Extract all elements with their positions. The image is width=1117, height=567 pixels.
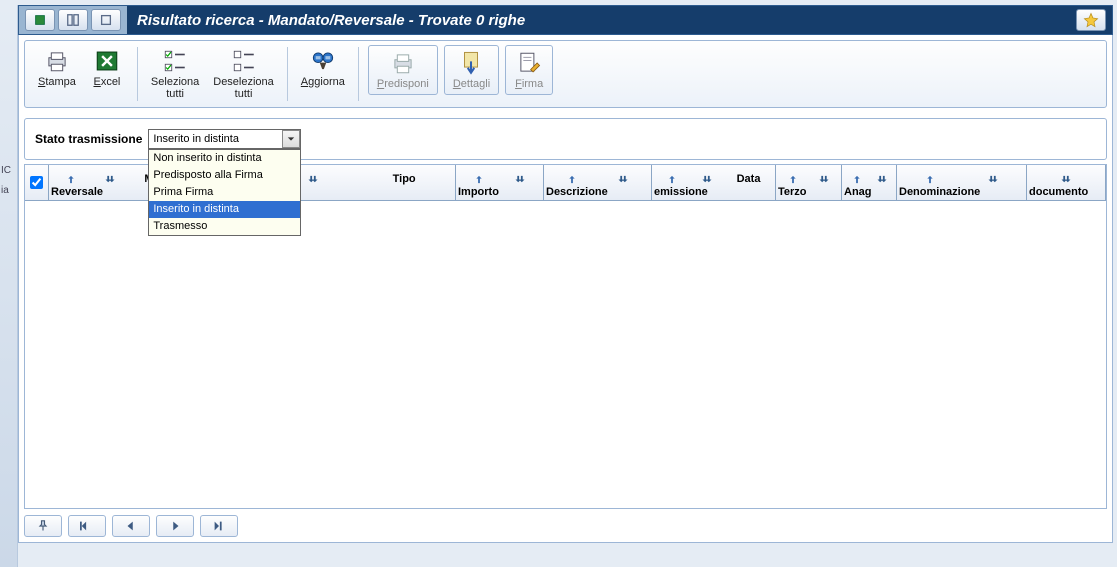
- excel-button[interactable]: Excel: [83, 45, 131, 91]
- favorite-button[interactable]: [1076, 9, 1106, 31]
- column-terzo[interactable]: Terzo: [776, 165, 842, 201]
- column-anag[interactable]: Anag: [842, 165, 897, 201]
- filter-bar: Stato trasmissione Inserito in distinta …: [24, 118, 1107, 160]
- col-label: Importo: [458, 186, 541, 198]
- predisponi-button[interactable]: Predisponi: [368, 45, 438, 95]
- col-label: Anag: [844, 186, 894, 198]
- column-documento[interactable]: documento: [1027, 165, 1106, 201]
- col-label: Denominazione: [899, 186, 1024, 198]
- stato-trasmissione-label: Stato trasmissione: [35, 132, 142, 146]
- side-label-2: ia: [1, 185, 9, 196]
- dropdown-selected[interactable]: Inserito in distinta: [148, 129, 301, 149]
- col-label: emissione: [654, 186, 773, 198]
- dropdown-option[interactable]: Prima Firma: [149, 184, 300, 201]
- column-denominazione[interactable]: Denominazione: [897, 165, 1027, 201]
- dettagli-button[interactable]: Dettagli: [444, 45, 499, 95]
- table-body-empty: [25, 201, 1106, 508]
- column-check[interactable]: [25, 165, 49, 201]
- col-label: Descrizione: [546, 186, 649, 198]
- win-restore-button[interactable]: [91, 9, 121, 31]
- pin-button[interactable]: [24, 515, 62, 537]
- dropdown-option[interactable]: Trasmesso: [149, 218, 300, 235]
- select-all-checkbox[interactable]: [30, 176, 43, 189]
- column-descrizione[interactable]: Descrizione: [544, 165, 652, 201]
- dropdown-option[interactable]: Inserito in distinta: [149, 201, 300, 218]
- win-split-button[interactable]: [58, 9, 88, 31]
- column-data-emissione[interactable]: Data emissione: [652, 165, 776, 201]
- win-minimize-button[interactable]: [25, 9, 55, 31]
- page-last-button[interactable]: [200, 515, 238, 537]
- seleziona-tutti-button[interactable]: Selezionatutti: [144, 45, 206, 103]
- chevron-down-icon[interactable]: [282, 130, 300, 148]
- titlebar: Risultato ricerca - Mandato/Reversale - …: [18, 5, 1113, 35]
- page-next-button[interactable]: [156, 515, 194, 537]
- aggiorna-button[interactable]: Aggiorna: [294, 45, 352, 91]
- page-prev-button[interactable]: [112, 515, 150, 537]
- firma-button[interactable]: Firma: [505, 45, 553, 95]
- dropdown-option[interactable]: Predisposto alla Firma: [149, 167, 300, 184]
- dropdown-option[interactable]: Non inserito in distinta: [149, 150, 300, 167]
- stato-trasmissione-dropdown[interactable]: Inserito in distinta Non inserito in dis…: [148, 129, 301, 149]
- col-label: Terzo: [778, 186, 839, 198]
- toolbar: Stampa Excel Selezionatutti Deselezionat…: [24, 40, 1107, 108]
- col-label: documento: [1029, 186, 1103, 198]
- pager: [24, 515, 1107, 537]
- dropdown-list: Non inserito in distinta Predisposto all…: [148, 149, 301, 236]
- window-title: Risultato ricerca - Mandato/Reversale - …: [127, 8, 1076, 33]
- column-importo[interactable]: Importo: [456, 165, 544, 201]
- side-label: IC: [1, 165, 11, 176]
- page-first-button[interactable]: [68, 515, 106, 537]
- stampa-button[interactable]: Stampa: [31, 45, 83, 91]
- deseleziona-tutti-button[interactable]: Deselezionatutti: [206, 45, 281, 103]
